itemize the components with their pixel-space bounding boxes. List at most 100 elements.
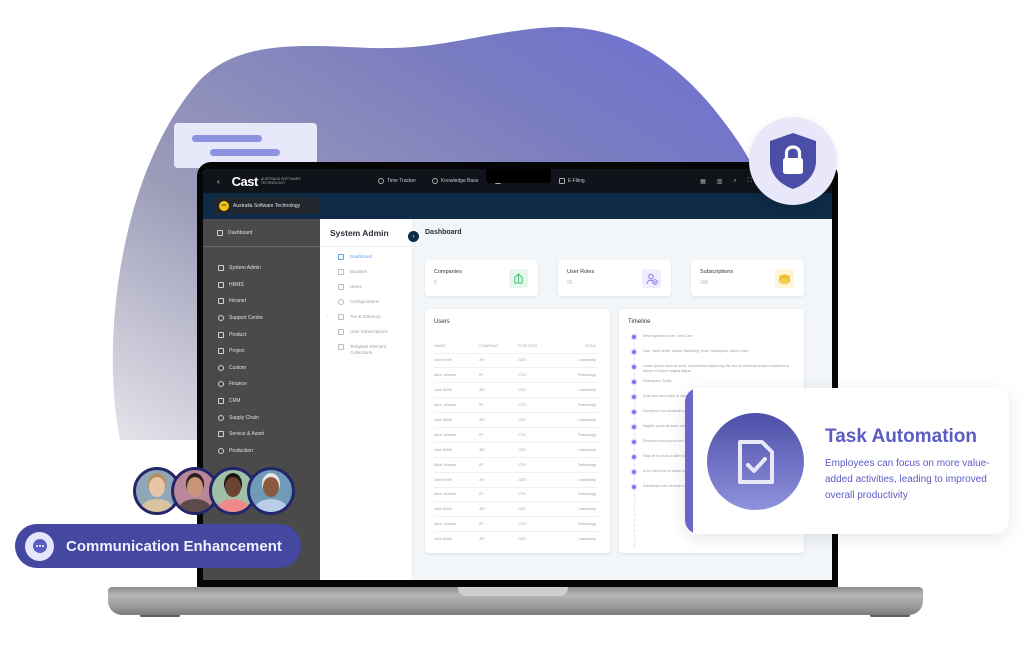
stat-card-companies[interactable]: Companies 5 <box>425 260 538 296</box>
avatar <box>247 467 295 515</box>
sidebar-item-production[interactable]: Production <box>203 443 320 460</box>
table-row[interactable]: Alice Johnson IFI CTO Technology <box>434 516 599 532</box>
logo[interactable]: Cast AUSTRALIA SOFTWARE TECHNOLOGY <box>232 174 301 189</box>
sidebar-item-label: Finance <box>229 381 247 388</box>
table-cell: Technology <box>556 397 599 413</box>
panel-item-tax-statutory[interactable]: › Tax & Statutory <box>320 314 412 329</box>
top-nav-label: Time Tracker <box>387 178 416 184</box>
book-icon <box>431 178 438 184</box>
top-nav-knowledge-base[interactable]: Knowledge Base <box>431 178 479 184</box>
table-row[interactable]: Alice Johnson IFI CTO Technology <box>434 426 599 443</box>
column-header[interactable]: ROLE <box>556 339 599 353</box>
panel-item-label: Configurations <box>350 299 380 304</box>
table-row[interactable]: John Smith AFI CEO Leadership <box>434 501 599 517</box>
users-icon <box>338 284 344 290</box>
panel-item-template-element-collections[interactable]: Template Element Collections <box>320 344 412 359</box>
search-icon[interactable]: ⌕ <box>733 178 736 185</box>
chevron-right-icon: › <box>327 314 329 320</box>
panel-item-user-subscriptions[interactable]: User Subscriptions <box>320 329 412 344</box>
table-cell: Alice Johnson <box>434 367 480 383</box>
table-row[interactable]: John Smith AFI CEO Leadership <box>434 352 599 368</box>
sidebar-item-finance[interactable]: Finance <box>203 376 320 393</box>
table-row[interactable]: John Smith AFI CEO Leadership <box>434 412 599 428</box>
collapse-panel-button[interactable]: ‹ <box>408 231 419 242</box>
organization-selector[interactable]: AST Australia Software Technology <box>213 197 319 214</box>
sidebar-item-product[interactable]: Product <box>203 326 320 343</box>
panel-item-configurations[interactable]: Configurations <box>320 299 412 314</box>
expand-icon[interactable]: ⛶ <box>748 178 752 185</box>
coins-icon <box>775 269 794 288</box>
timeline-card-title: Timeline <box>628 319 651 325</box>
stat-value: 25 <box>567 280 573 286</box>
panel-item-label: Modules <box>350 269 368 274</box>
clock-icon <box>378 178 384 184</box>
top-nav-time-tracker[interactable]: Time Tracker <box>378 178 416 184</box>
column-header[interactable]: COMPANY <box>479 339 518 353</box>
headset-icon <box>218 315 224 322</box>
panel-item-modules[interactable]: › Modules <box>320 269 412 284</box>
stat-label: User Roles <box>567 269 595 275</box>
grid-icon[interactable]: ▦ <box>700 178 706 185</box>
sidebar-item-label: CRM <box>229 398 241 405</box>
stat-card-user-roles[interactable]: User Roles 25 <box>558 260 671 296</box>
panel-item-users[interactable]: Users <box>320 284 412 299</box>
table-cell: John Smith <box>434 531 480 547</box>
sidebar-menu: System Admin HRMS Intranet Support Centr… <box>203 260 320 459</box>
sidebar-item-label: Project <box>229 348 245 355</box>
sidebar-item-project[interactable]: Project <box>203 343 320 360</box>
sidebar-item-service-asset[interactable]: Service & Asset <box>203 426 320 443</box>
avatar-body <box>217 499 249 512</box>
table-row[interactable]: Alice Johnson IFI CTO Technology <box>434 456 599 473</box>
panel-item-label: Tax & Statutory <box>350 314 381 319</box>
sidebar-item-hrms[interactable]: HRMS <box>203 277 320 294</box>
table-cell: Alice Johnson <box>434 456 480 473</box>
table-row[interactable]: John Smith AFI CEO Leadership <box>434 441 599 458</box>
table-cell: AFI <box>479 501 519 517</box>
tag-icon <box>218 431 224 438</box>
column-header[interactable]: NAME <box>434 339 479 353</box>
sidebar-item-system-admin[interactable]: System Admin <box>203 260 320 277</box>
shield-lock-icon <box>770 133 816 189</box>
sidebar-item-crm[interactable]: CRM <box>203 393 320 410</box>
table-row[interactable]: John Smith AFI CEO Leadership <box>434 382 599 398</box>
panel-item-label: User Subscriptions <box>350 329 388 334</box>
sidebar-item-label: Support Centre <box>229 315 263 322</box>
table-row[interactable]: Alice Johnson IFI CTO Technology <box>434 486 599 502</box>
dashboard-icon <box>338 254 344 260</box>
table-row[interactable]: Alice Johnson IFI CTO Technology <box>434 397 599 413</box>
back-icon[interactable]: ‹ <box>217 177 220 186</box>
sidebar-item-label: Dashboard <box>228 229 253 236</box>
table-row[interactable]: John Smith AFI CEO Leadership <box>434 531 599 547</box>
logo-subtitle: AUSTRALIA SOFTWARE TECHNOLOGY <box>260 177 301 185</box>
table-cell: Leadership <box>556 352 599 368</box>
task-card-title: Task Automation <box>825 426 978 447</box>
table-row[interactable]: Alice Johnson IFI CTO Technology <box>434 367 599 383</box>
sidebar-item-label: Product <box>229 331 247 338</box>
top-nav-e-filing[interactable]: E-Filing <box>558 178 585 184</box>
panel-menu: Dashboard › Modules Users Configurations … <box>320 254 412 359</box>
sidebar-item-dashboard[interactable]: Dashboard <box>203 219 320 247</box>
table-cell: John Smith <box>434 352 480 368</box>
top-bar: ‹ Cast AUSTRALIA SOFTWARE TECHNOLOGY Tim… <box>203 169 832 193</box>
table-row[interactable]: John Smith AFI CEO Leadership <box>434 471 599 488</box>
panel-item-dashboard[interactable]: Dashboard <box>320 254 412 269</box>
sidebar-item-support-centre[interactable]: Support Centre <box>203 310 320 327</box>
gear-icon <box>338 299 344 305</box>
users-card-title: Users <box>434 319 450 325</box>
sidebar-item-intranet[interactable]: Intranet <box>203 293 320 310</box>
building-icon[interactable]: ▥ <box>717 178 723 185</box>
panel-item-label: Users <box>350 284 362 289</box>
logo-mark: Cast <box>231 173 259 189</box>
table-cell: CTO <box>518 426 557 443</box>
tax-icon <box>338 314 344 320</box>
stat-card-subscriptions[interactable]: Subscriptions 186 <box>691 260 804 296</box>
sidebar-item-custom[interactable]: Custom <box>203 360 320 377</box>
table-cell: CTO <box>518 397 557 413</box>
table-cell: CEO <box>518 531 557 547</box>
task-automation-card: Task Automation Employees can focus on m… <box>685 388 1009 534</box>
column-header[interactable]: POSITION <box>518 339 556 353</box>
sidebar-item-supply-chain[interactable]: Supply Chain <box>203 409 320 426</box>
sidebar-item-label: Intranet <box>229 298 246 305</box>
top-nav-label: E-Filing <box>567 178 585 184</box>
table-cell: Leadership <box>556 412 599 428</box>
